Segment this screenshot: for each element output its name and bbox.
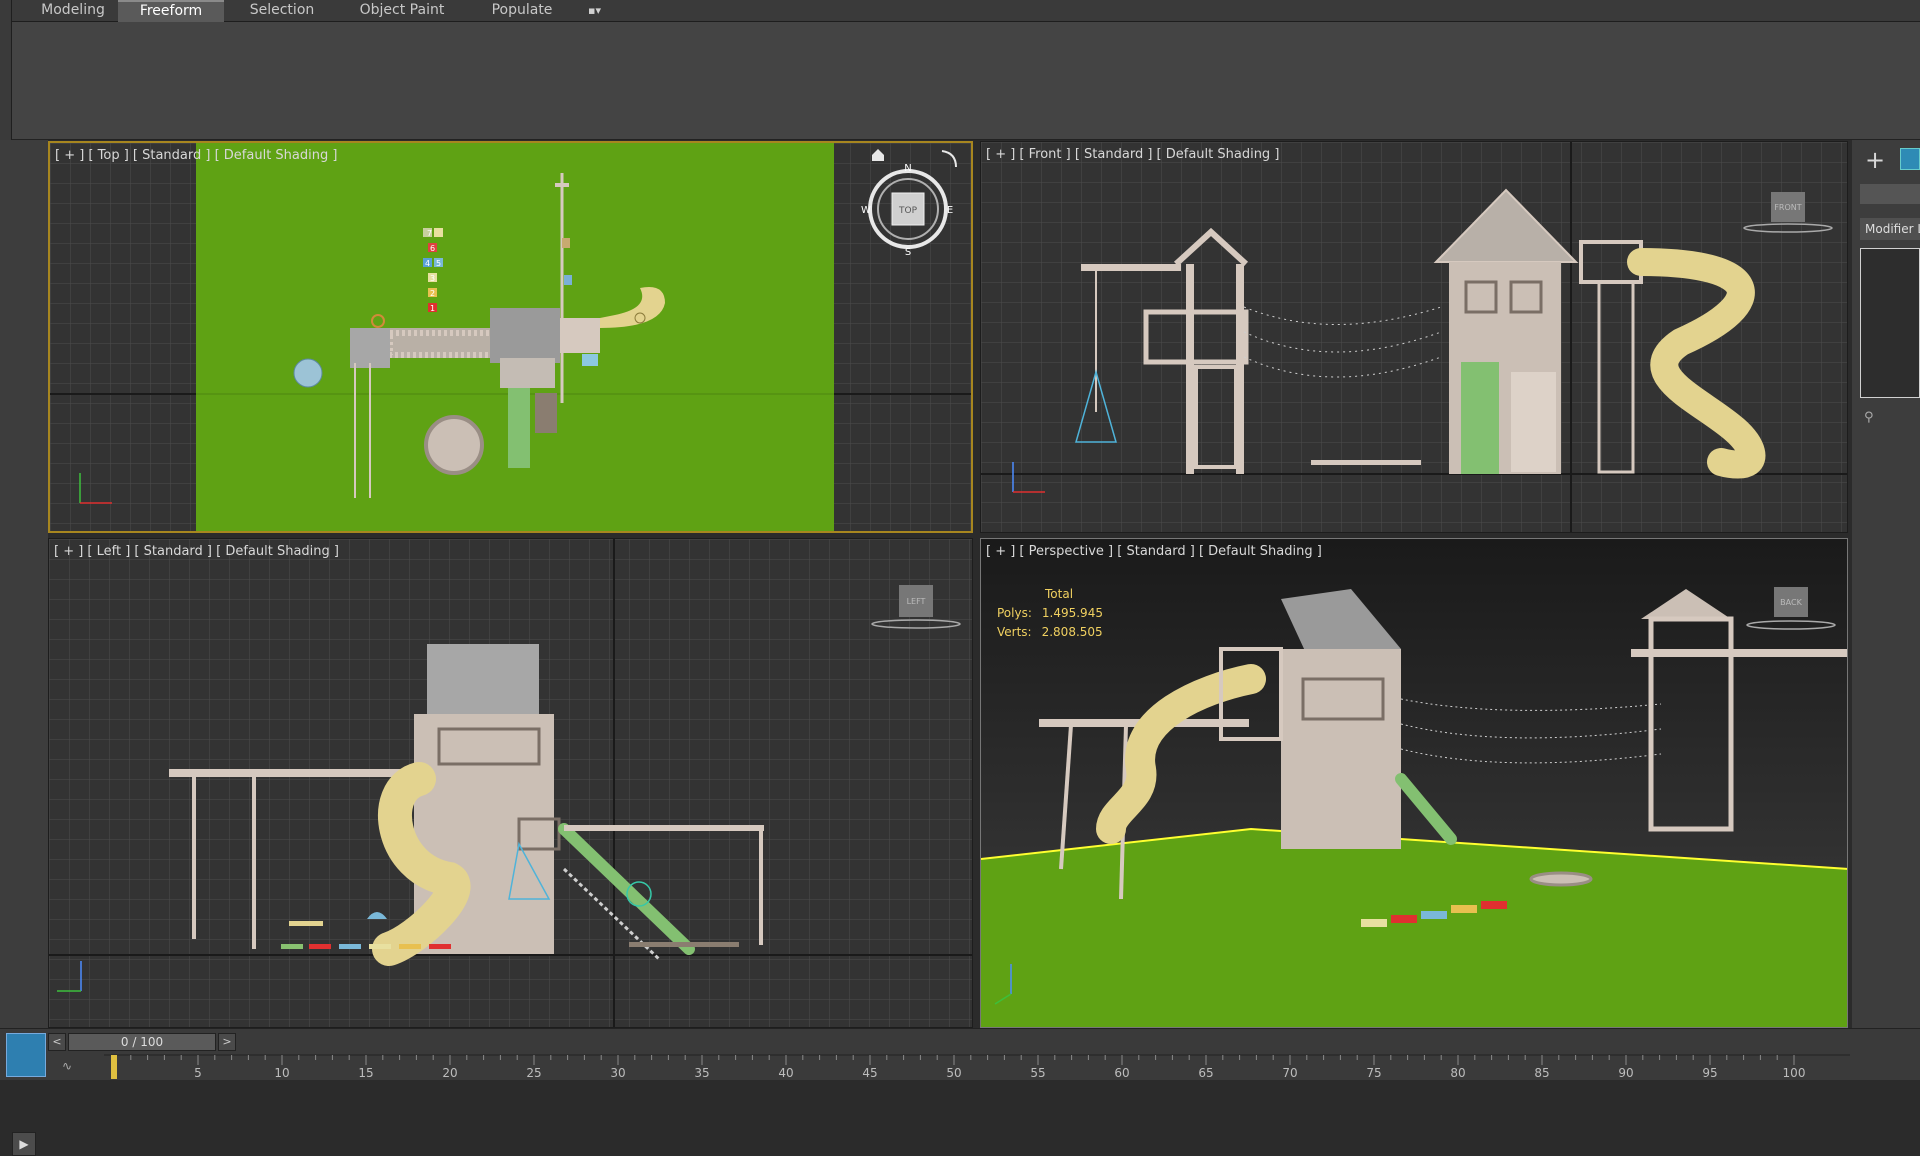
create-tab-icon[interactable]: + — [1862, 148, 1888, 174]
ruler-tick-label: 70 — [1282, 1066, 1297, 1080]
ribbon-tab-bar: Modeling Freeform Selection Object Paint… — [0, 0, 1920, 22]
timeline-ruler[interactable]: 5 10 15 20 25 30 35 40 45 50 55 60 65 70 75 80 85 90 95 100 — [104, 1053, 1850, 1081]
next-frame-button[interactable]: > — [218, 1033, 236, 1051]
green-slide-front — [1461, 362, 1499, 474]
ribbon-panel — [0, 22, 1920, 140]
tab-populate[interactable]: Populate — [476, 0, 568, 22]
curve-editor-icon[interactable]: ∿ — [62, 1059, 72, 1073]
viewport-left[interactable]: LEFT [ + ] [ Left ] [ Standard ] [ Defau… — [48, 538, 973, 1028]
ruler-tick-label: 100 — [1783, 1066, 1806, 1080]
viewport-label[interactable]: [ + ] [ Top ] [ Standard ] [ Default Sha… — [55, 148, 337, 163]
verts-label: Verts: — [997, 625, 1032, 639]
viewport-label[interactable]: [ + ] [ Left ] [ Standard ] [ Default Sh… — [54, 544, 339, 559]
modifier-list-dropdown[interactable]: Modifier Li — [1860, 218, 1920, 240]
ruler-tick-label: 10 — [274, 1066, 289, 1080]
viewport-label[interactable]: [ + ] [ Perspective ] [ Standard ] [ Def… — [986, 544, 1322, 559]
scene-statistics: Total Polys: 1.495.945 Verts: 2.808.505 — [997, 585, 1103, 642]
ruler-tick-label: 85 — [1534, 1066, 1549, 1080]
viewport-front[interactable]: FRONT [ + ] [ Front ] [ Standard ] [ Def… — [980, 141, 1848, 533]
compass-south: S — [905, 247, 911, 258]
timeline: < 0 / 100 > ∿ 5 10 15 20 25 30 35 40 45 50 55 60 65 7… — [0, 1028, 1920, 1080]
ruler-tick-label: 30 — [610, 1066, 625, 1080]
viewcube-label[interactable]: FRONT — [1774, 203, 1801, 212]
viewport-perspective[interactable]: BACK [ + ] [ Perspective ] [ Standard ] … — [980, 538, 1848, 1028]
viewcube-label[interactable]: BACK — [1780, 598, 1802, 607]
prev-frame-button[interactable]: < — [48, 1033, 66, 1051]
command-panel: + Modifier Li ⚲ — [1852, 140, 1920, 1028]
pin-stack-icon[interactable]: ⚲ — [1864, 410, 1882, 428]
ruler-tick-label: 95 — [1702, 1066, 1717, 1080]
tab-object-paint[interactable]: Object Paint — [346, 0, 458, 22]
ruler-tick-label: 90 — [1618, 1066, 1633, 1080]
modifier-stack[interactable] — [1860, 248, 1920, 398]
ruler-tick-label: 35 — [694, 1066, 709, 1080]
front-view-scene: FRONT — [981, 142, 1847, 532]
ruler-tick-label: 5 — [194, 1066, 202, 1080]
camera-dropdown-icon[interactable]: ▪▾ — [588, 4, 618, 18]
ruler-tick-label: 45 — [862, 1066, 877, 1080]
current-frame-marker — [111, 1055, 117, 1079]
stats-title: Total — [1045, 587, 1074, 601]
hop-number: 1 — [430, 304, 435, 313]
time-slider[interactable]: 0 / 100 — [68, 1033, 216, 1051]
polys-value: 1.495.945 — [1041, 606, 1103, 620]
hop-number: 6 — [430, 244, 435, 253]
ruler-tick-label: 25 — [526, 1066, 541, 1080]
ruler-tick-label: 20 — [442, 1066, 457, 1080]
compass-east: E — [947, 205, 953, 216]
ruler-tick-label: 80 — [1450, 1066, 1465, 1080]
ruler-tick-label: 60 — [1114, 1066, 1129, 1080]
hop-number: 7 — [427, 229, 432, 238]
tab-freeform[interactable]: Freeform — [118, 0, 224, 22]
hop-number: 3 — [430, 274, 435, 283]
ribbon-minimize-handle[interactable] — [0, 0, 12, 140]
green-slide-top — [508, 388, 530, 468]
hop-number: 5 — [436, 259, 441, 268]
tab-selection[interactable]: Selection — [232, 0, 332, 22]
compass-north: N — [904, 163, 911, 174]
viewcube-label[interactable]: TOP — [898, 206, 918, 216]
top-view-scene: 7 6 4 5 3 2 1 TOP N S E W — [50, 143, 971, 531]
perspective-view-scene: BACK — [981, 539, 1847, 1027]
tab-modeling[interactable]: Modeling — [26, 0, 120, 22]
object-name-field[interactable] — [1860, 184, 1920, 204]
play-icon[interactable]: ▶ — [12, 1132, 36, 1156]
compass-west: W — [861, 205, 871, 216]
ruler-tick-label: 40 — [778, 1066, 793, 1080]
viewport-layout-icon[interactable] — [6, 1033, 46, 1077]
hop-number: 4 — [425, 259, 430, 268]
roof-top — [490, 308, 560, 363]
hop-number: 2 — [430, 289, 435, 298]
left-toolbar: ▶ — [0, 140, 48, 1156]
polys-label: Polys: — [997, 606, 1032, 620]
ruler-tick-label: 15 — [358, 1066, 373, 1080]
ruler-tick-label: 75 — [1366, 1066, 1381, 1080]
viewport-label[interactable]: [ + ] [ Front ] [ Standard ] [ Default S… — [986, 147, 1279, 162]
ruler-tick-label: 55 — [1030, 1066, 1045, 1080]
verts-value: 2.808.505 — [1041, 625, 1103, 639]
viewport-top[interactable]: 7 6 4 5 3 2 1 TOP N S E W [ + ] [ Top ] … — [48, 141, 973, 533]
ruler-tick-label: 65 — [1198, 1066, 1213, 1080]
viewcube-label[interactable]: LEFT — [907, 597, 926, 606]
ruler-tick-label: 50 — [946, 1066, 961, 1080]
roof-left — [427, 644, 539, 714]
modify-tab-icon[interactable] — [1900, 148, 1920, 170]
sandbox-top — [424, 415, 484, 475]
left-view-scene: LEFT — [49, 539, 972, 1027]
